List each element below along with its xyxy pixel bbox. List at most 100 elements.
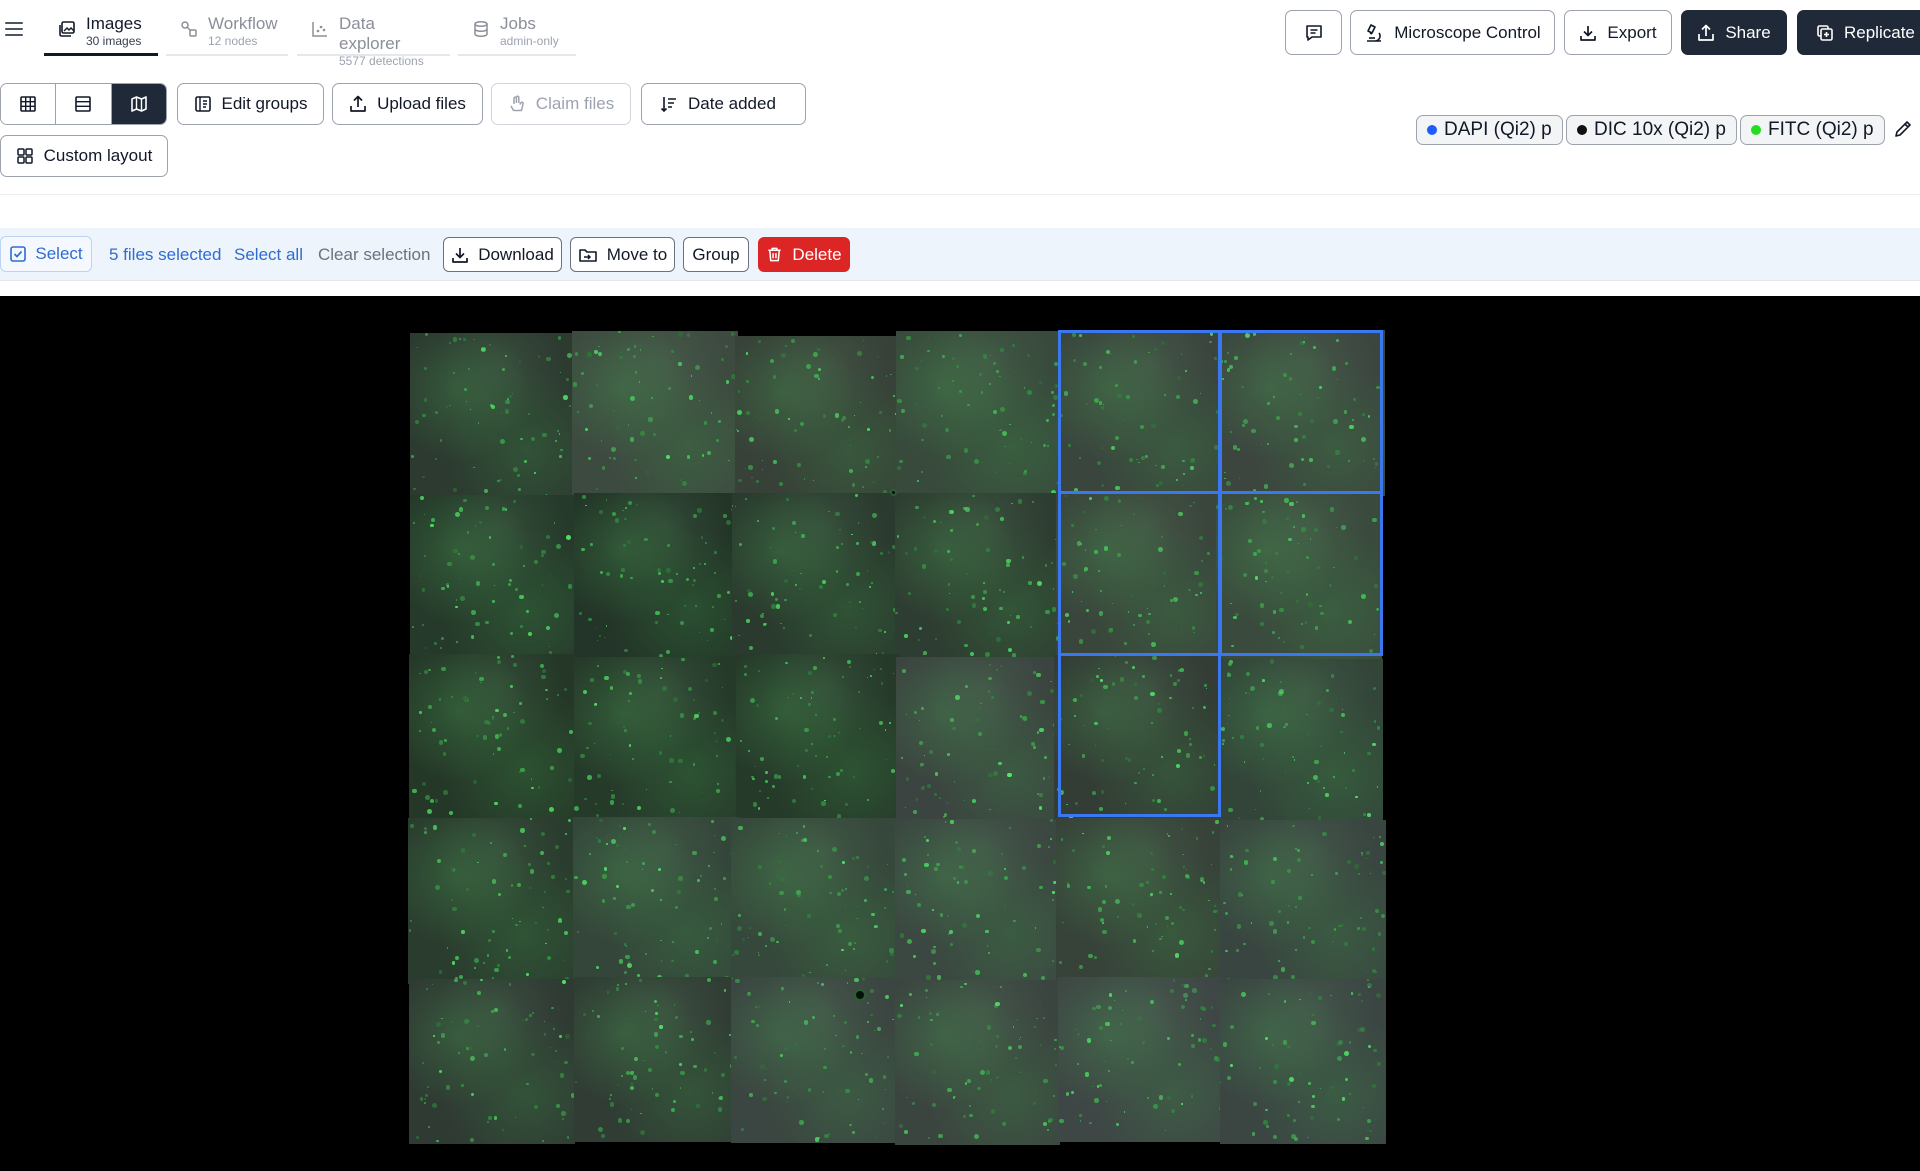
image-tile[interactable] (896, 331, 1063, 497)
cell-speck (1099, 807, 1104, 812)
cell-speck (979, 702, 982, 705)
edit-groups-button[interactable]: Edit groups (177, 83, 324, 125)
image-tile[interactable] (572, 330, 738, 497)
image-tile[interactable] (1220, 978, 1386, 1145)
cell-speck (1108, 993, 1113, 998)
image-map-canvas[interactable] (0, 296, 1920, 1171)
microscope-control-button[interactable]: Microscope Control (1350, 10, 1555, 55)
cell-speck (952, 876, 957, 881)
cell-speck (955, 695, 961, 701)
delete-button[interactable]: Delete (758, 237, 850, 272)
cell-speck (553, 522, 556, 524)
cell-speck (1373, 1048, 1377, 1052)
cell-speck (659, 1025, 664, 1029)
cell-speck (1185, 875, 1190, 880)
select-label: Select (35, 244, 83, 263)
menu-icon[interactable] (4, 20, 24, 38)
comments-button[interactable] (1285, 10, 1342, 55)
share-button[interactable]: Share (1681, 10, 1787, 55)
cell-speck (1065, 494, 1068, 497)
download-button[interactable]: Download (443, 237, 562, 272)
cell-speck (1254, 809, 1256, 811)
image-tile[interactable] (894, 493, 1061, 659)
image-tile[interactable] (731, 977, 897, 1143)
tab-images[interactable]: Images 30 images (44, 14, 158, 56)
custom-layout-button[interactable]: Custom layout (0, 135, 168, 177)
clear-selection-link[interactable]: Clear selection (318, 245, 430, 265)
cell-speck (975, 522, 980, 527)
image-tile[interactable] (409, 333, 576, 499)
edit-channels-button[interactable] (1893, 119, 1913, 144)
cell-speck (1053, 395, 1058, 400)
tab-jobs[interactable]: Jobs admin-only (458, 14, 576, 56)
cell-speck (463, 1019, 469, 1024)
image-tile[interactable] (1056, 817, 1222, 983)
image-tile[interactable] (409, 978, 575, 1145)
image-tile[interactable] (894, 818, 1061, 984)
cell-speck (565, 1033, 570, 1039)
cell-speck (1367, 1129, 1369, 1131)
channel-chip-dapi[interactable]: DAPI (Qi2) p (1416, 115, 1563, 145)
select-toggle-button[interactable]: Select (0, 236, 92, 272)
cell-speck (865, 1072, 869, 1077)
image-tile[interactable] (1219, 330, 1385, 496)
cell-speck (1155, 922, 1158, 925)
cell-speck (972, 970, 974, 973)
map-view-button[interactable] (111, 84, 166, 124)
tab-workflow[interactable]: Workflow 12 nodes (166, 14, 288, 56)
image-tile[interactable] (407, 818, 574, 984)
image-tile[interactable] (895, 656, 1062, 823)
image-tile[interactable] (574, 977, 740, 1143)
claim-files-button[interactable]: Claim files (491, 83, 631, 125)
channel-chip-dic[interactable]: DIC 10x (Qi2) p (1566, 115, 1737, 145)
image-tile[interactable] (731, 493, 898, 659)
image-tile[interactable] (1217, 658, 1384, 825)
list-view-button[interactable] (56, 84, 112, 124)
image-tile[interactable] (573, 656, 740, 823)
cell-speck (1309, 538, 1312, 540)
cell-speck (1272, 631, 1276, 635)
cell-speck (806, 364, 812, 369)
select-all-link[interactable]: Select all (234, 245, 303, 265)
cell-speck (680, 1070, 685, 1076)
image-tile[interactable] (1220, 819, 1386, 985)
image-tile[interactable] (572, 817, 739, 983)
cell-speck (1150, 1000, 1155, 1005)
image-tile[interactable] (408, 653, 575, 819)
tab-data-explorer[interactable]: Data explorer 5577 detections (297, 14, 450, 68)
image-tile[interactable] (734, 335, 901, 501)
channel-chip-fitc[interactable]: FITC (Qi2) p (1740, 115, 1885, 145)
replicate-button[interactable]: Replicate (1797, 10, 1920, 55)
cell-speck (856, 855, 859, 859)
image-tile[interactable] (1058, 976, 1224, 1143)
image-tile[interactable] (730, 818, 897, 984)
cell-speck (1083, 725, 1086, 727)
cell-speck (427, 1085, 430, 1088)
hand-icon (510, 95, 524, 112)
image-tile[interactable] (574, 493, 740, 659)
group-button[interactable]: Group (683, 237, 749, 272)
image-tile[interactable] (894, 980, 1061, 1146)
cell-speck (1014, 1056, 1018, 1060)
image-tile[interactable] (1058, 332, 1225, 498)
image-tile[interactable] (1215, 494, 1382, 660)
sort-date-added-button[interactable]: Date added (641, 83, 806, 125)
image-tile[interactable] (735, 653, 902, 819)
divider (0, 194, 1920, 195)
cell-speck (1203, 683, 1207, 687)
image-tile[interactable] (1054, 655, 1220, 821)
cell-speck (626, 1118, 631, 1123)
cell-speck (609, 1102, 615, 1108)
grid-view-button[interactable] (1, 84, 57, 124)
cell-speck (833, 613, 837, 618)
move-to-button[interactable]: Move to (570, 237, 675, 272)
upload-files-button[interactable]: Upload files (332, 83, 483, 125)
cell-speck (1047, 445, 1050, 447)
export-button[interactable]: Export (1564, 10, 1672, 55)
image-tile[interactable] (410, 494, 576, 660)
image-tile[interactable] (1055, 494, 1222, 660)
cell-speck (473, 466, 475, 469)
cell-speck (423, 1101, 427, 1105)
cell-speck (658, 867, 662, 871)
cell-speck (1066, 803, 1068, 806)
